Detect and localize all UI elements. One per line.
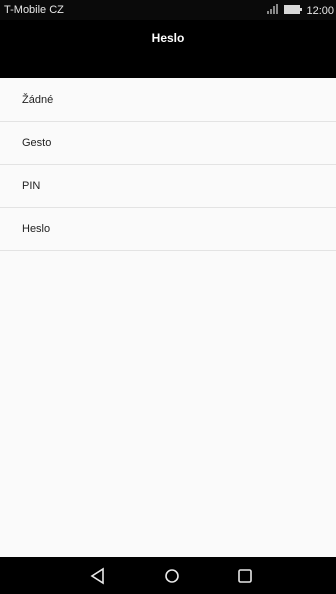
signal-icon (266, 3, 280, 18)
list-item-label: PIN (22, 180, 41, 192)
status-time: 12:00 (306, 4, 334, 17)
page-title: Heslo (151, 31, 185, 45)
list-item-pin[interactable]: PIN (0, 165, 336, 208)
password-type-list: Žádné Gesto PIN Heslo (0, 78, 336, 251)
list-item-label: Gesto (22, 137, 52, 149)
title-bar: Heslo (0, 20, 336, 78)
list-item-gesture[interactable]: Gesto (0, 122, 336, 165)
list-item-none[interactable]: Žádné (0, 78, 336, 122)
list-item-password[interactable]: Heslo (0, 208, 336, 251)
status-bar: T-Mobile CZ 12:00 (0, 0, 336, 20)
list-item-label: Heslo (22, 223, 51, 235)
navigation-bar (0, 557, 336, 594)
list-item-label: Žádné (22, 93, 54, 106)
back-icon[interactable] (88, 566, 108, 586)
recents-icon[interactable] (235, 566, 255, 586)
battery-icon (284, 4, 303, 17)
carrier-name: T-Mobile CZ (4, 4, 64, 16)
home-icon[interactable] (162, 566, 182, 586)
status-icons: 12:00 (266, 3, 334, 18)
